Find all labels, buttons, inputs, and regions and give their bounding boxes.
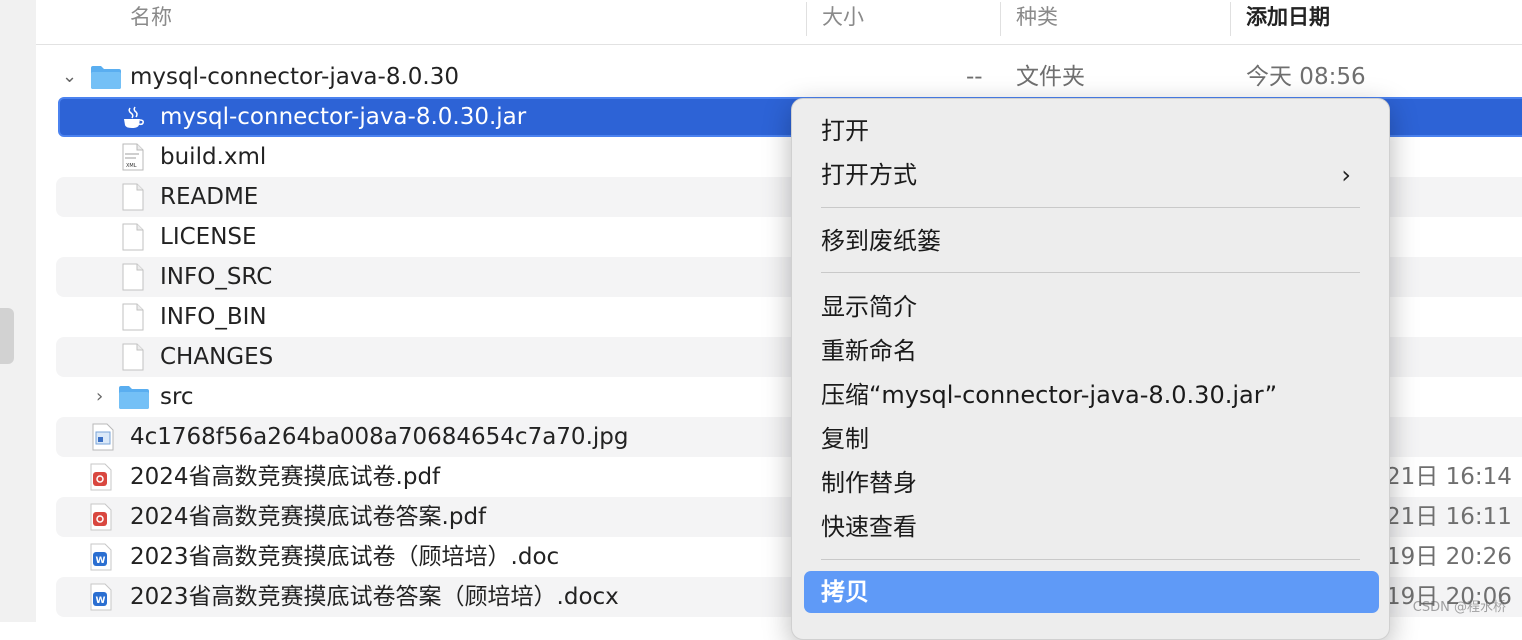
- svg-text:W: W: [96, 556, 106, 566]
- menu-item-label: 打开方式: [821, 161, 917, 189]
- file-name: 2023省高数竞赛摸底试卷（顾培培）.doc: [130, 544, 560, 570]
- menu-separator: [821, 559, 1360, 560]
- file-icon: [122, 263, 144, 291]
- file-name: 4c1768f56a264ba008a70684654c7a70.jpg: [130, 424, 629, 450]
- folder-icon: [91, 66, 121, 89]
- menu-item-open-with[interactable]: 打开方式 ›: [804, 154, 1379, 196]
- file-row-folder-mysql-connector[interactable]: ⌄ mysql-connector-java-8.0.30 -- 文件夹 今天 …: [56, 57, 1522, 97]
- file-name: mysql-connector-java-8.0.30: [130, 64, 459, 90]
- pdf-file-icon: [90, 463, 112, 491]
- file-icon: [122, 303, 144, 331]
- file-icon: [122, 223, 144, 251]
- sidebar-resize-handle[interactable]: [0, 308, 14, 364]
- column-header: 名称 大小 种类 添加日期: [36, 0, 1522, 45]
- java-jar-icon: [124, 106, 144, 128]
- watermark: CSDN @程水桥: [1412, 600, 1506, 615]
- menu-item-make-alias[interactable]: 制作替身: [804, 462, 1379, 504]
- folder-icon: [119, 386, 149, 409]
- menu-item-get-info[interactable]: 显示简介: [804, 286, 1379, 328]
- menu-item-copy[interactable]: 拷贝: [804, 571, 1379, 613]
- file-name: LICENSE: [160, 224, 257, 250]
- sidebar-edge: [0, 0, 36, 622]
- column-divider[interactable]: [1230, 2, 1231, 36]
- file-name: build.xml: [160, 144, 267, 170]
- file-name: 2024省高数竞赛摸底试卷答案.pdf: [130, 504, 487, 530]
- file-name: INFO_SRC: [160, 264, 273, 290]
- file-date-added: 19日 20:26: [1386, 544, 1512, 570]
- file-date-added: 21日 16:11: [1386, 504, 1512, 530]
- menu-item-open[interactable]: 打开: [804, 110, 1379, 152]
- menu-item-duplicate[interactable]: 复制: [804, 418, 1379, 460]
- file-name: 2023省高数竞赛摸底试卷答案（顾培培）.docx: [130, 584, 619, 610]
- menu-item-move-to-trash[interactable]: 移到废纸篓: [804, 220, 1379, 262]
- column-size-header[interactable]: 大小: [822, 0, 864, 34]
- word-file-icon: W: [90, 583, 112, 611]
- column-name-header[interactable]: 名称: [130, 0, 172, 34]
- pdf-file-icon: [90, 503, 112, 531]
- file-name: CHANGES: [160, 344, 274, 370]
- menu-item-quick-look[interactable]: 快速查看: [804, 506, 1379, 548]
- svg-text:XML: XML: [126, 163, 137, 169]
- file-name: README: [160, 184, 259, 210]
- file-name: mysql-connector-java-8.0.30.jar: [160, 104, 527, 130]
- file-kind: 文件夹: [1016, 64, 1085, 90]
- xml-file-icon: XML: [122, 143, 144, 171]
- chevron-right-icon: ›: [1341, 161, 1351, 189]
- file-name: src: [160, 384, 194, 410]
- chevron-down-icon[interactable]: ⌄: [62, 57, 77, 97]
- chevron-right-icon[interactable]: ›: [96, 377, 103, 417]
- svg-text:W: W: [96, 596, 106, 606]
- word-file-icon: W: [90, 543, 112, 571]
- menu-item-rename[interactable]: 重新命名: [804, 330, 1379, 372]
- file-icon: [122, 183, 144, 211]
- file-date-added: 21日 16:14: [1386, 464, 1512, 490]
- menu-item-compress[interactable]: 压缩“mysql-connector-java-8.0.30.jar”: [804, 374, 1379, 416]
- file-name: 2024省高数竞赛摸底试卷.pdf: [130, 464, 441, 490]
- column-kind-header[interactable]: 种类: [1016, 0, 1058, 34]
- column-divider[interactable]: [1000, 2, 1001, 36]
- file-date-added: 今天 08:56: [1246, 64, 1366, 90]
- context-menu: 打开 打开方式 › 移到废纸篓 显示简介 重新命名 压缩“mysql-conne…: [791, 98, 1390, 640]
- file-name: INFO_BIN: [160, 304, 267, 330]
- file-size: --: [966, 64, 983, 90]
- menu-separator: [821, 207, 1360, 208]
- menu-separator: [821, 272, 1360, 273]
- column-divider[interactable]: [806, 2, 807, 36]
- image-file-icon: [92, 423, 114, 451]
- file-icon: [122, 343, 144, 371]
- column-date-added-header[interactable]: 添加日期: [1246, 0, 1330, 34]
